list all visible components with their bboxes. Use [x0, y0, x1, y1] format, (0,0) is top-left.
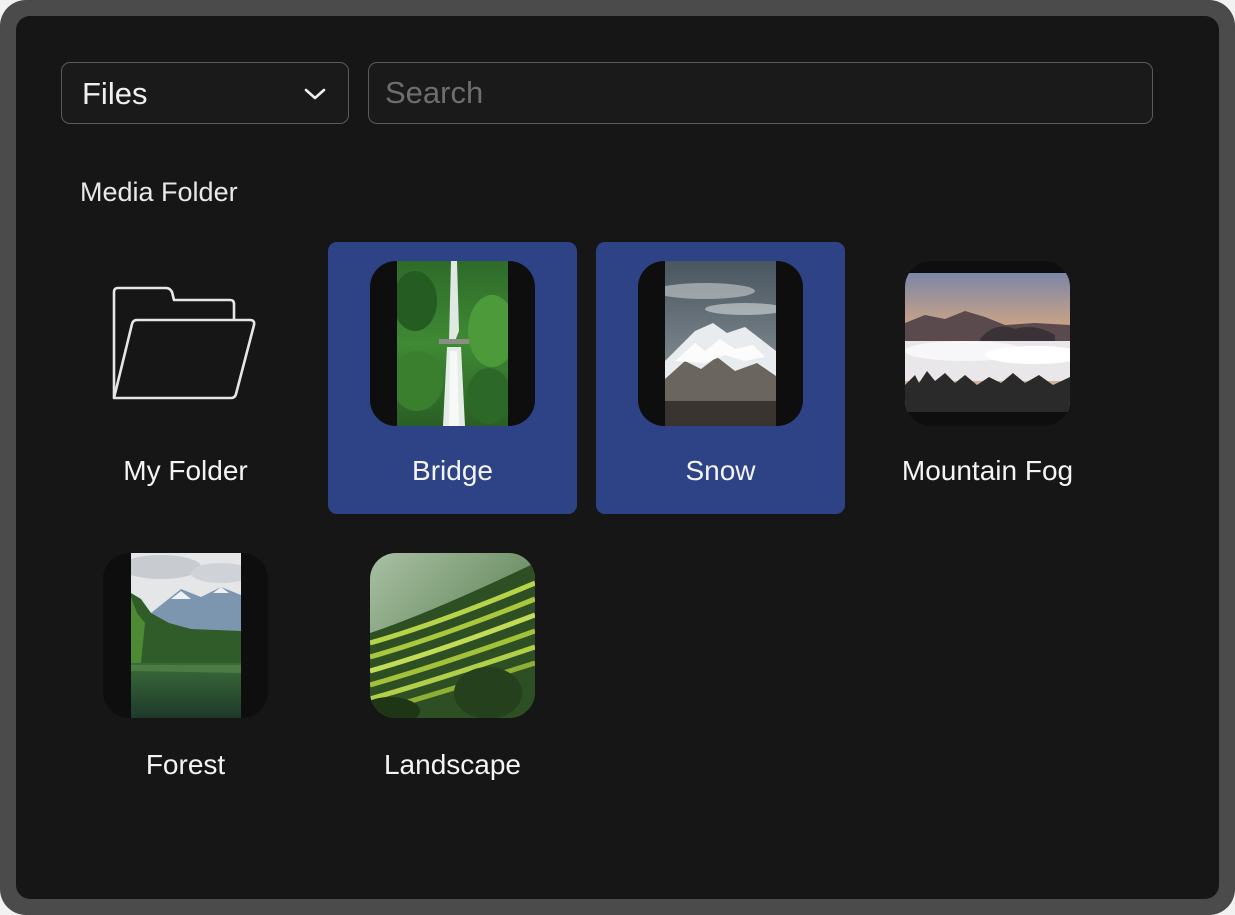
files-dropdown[interactable]: Files	[61, 62, 349, 124]
grid-item-label: Mountain Fog	[901, 455, 1074, 486]
dropdown-value: Files	[82, 76, 148, 111]
grid-item-label: Forest	[145, 749, 226, 780]
waterfall-thumbnail	[370, 261, 535, 426]
chevron-down-icon	[304, 88, 326, 100]
rice-terrace-thumbnail	[370, 553, 535, 718]
grid-item-snow[interactable]: Snow	[596, 242, 845, 514]
folder-icon	[112, 286, 256, 400]
foggy-mountain-thumbnail	[905, 261, 1070, 426]
grid-item-label: Snow	[685, 455, 756, 486]
forest-lake-thumbnail	[103, 553, 268, 718]
grid-item-mountain-fog[interactable]: Mountain Fog	[863, 242, 1112, 514]
grid-item-landscape[interactable]: Landscape	[328, 534, 577, 806]
search-input[interactable]	[368, 62, 1153, 124]
grid-item-label: Landscape	[383, 749, 521, 780]
grid-item-label: Bridge	[412, 455, 493, 486]
grid-item-forest[interactable]: Forest	[61, 534, 310, 806]
section-title: Media Folder	[80, 177, 238, 207]
snowy-mountain-thumbnail	[638, 261, 803, 426]
grid-item-bridge[interactable]: Bridge	[328, 242, 577, 514]
grid-item-my-folder[interactable]: My Folder	[61, 242, 310, 514]
grid-item-label: My Folder	[123, 455, 248, 486]
